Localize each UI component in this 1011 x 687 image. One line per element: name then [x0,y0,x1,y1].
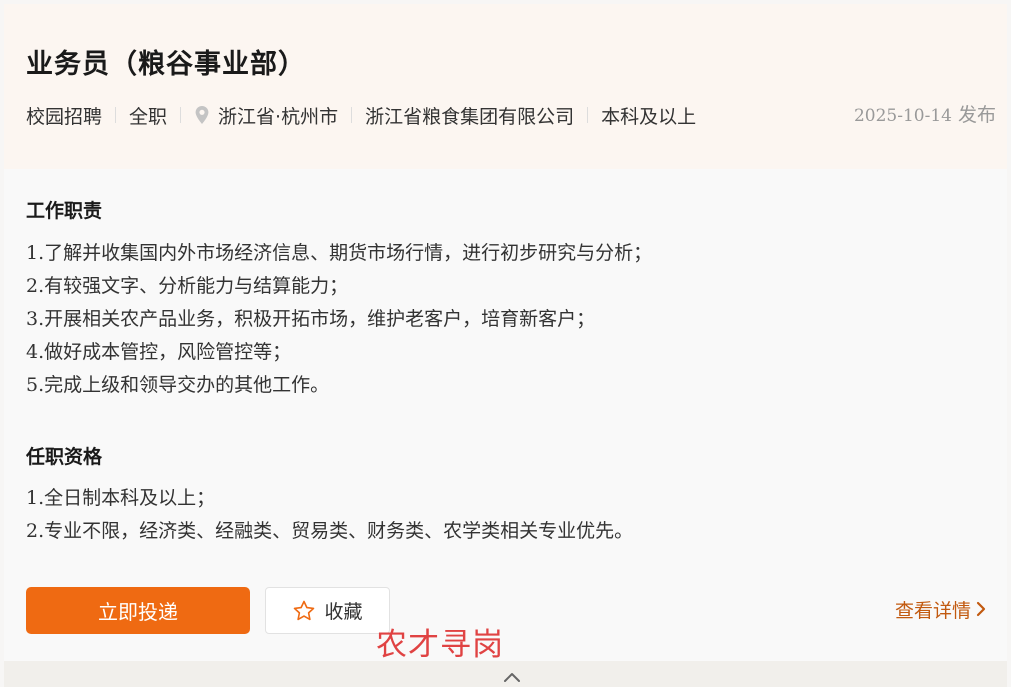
job-header: 业务员（粮谷事业部） 校园招聘 全职 浙江省·杭州市 浙江省粮食集团有限公司 本… [4,4,1007,169]
list-item-text: 开展相关农产品业务，积极开拓市场，维护老客户，培育新客户； [44,308,596,330]
favorite-label: 收藏 [324,601,363,623]
view-details-link[interactable]: 查看详情 [895,595,987,623]
list-item-number: 2. [26,520,45,542]
divider [351,107,353,123]
list-item: 2.有较强文字、分析能力与结算能力； [26,270,652,303]
list-item-number: 5. [26,374,45,396]
job-location: 浙江省·杭州市 [218,105,339,128]
list-item: 2.专业不限，经济类、经融类、贸易类、财务类、农学类相关专业优先。 [26,515,633,548]
job-body: 工作职责 1.了解并收集国内外市场经济信息、期货市场行情，进行初步研究与分析； 2… [4,169,1007,661]
publish-date-value: 2025-10-14 [853,106,952,126]
employment-type: 全职 [129,105,168,128]
education-requirement: 本科及以上 [601,105,697,128]
list-item-text: 专业不限，经济类、经融类、贸易类、财务类、农学类相关专业优先。 [44,520,634,542]
location-pin-icon [194,105,210,125]
chevron-up-icon[interactable] [502,668,522,682]
qualifications-list: 1.全日制本科及以上； 2.专业不限，经济类、经融类、贸易类、财务类、农学类相关专… [26,482,633,548]
list-item-number: 4. [26,341,45,363]
star-outline-icon [292,599,316,623]
list-item-text: 全日制本科及以上； [44,487,216,509]
watermark-text: 农才寻岗 [376,627,504,663]
publish-date: 2025-10-14 发布 [854,102,996,128]
list-item: 1.了解并收集国内外市场经济信息、期货市场行情，进行初步研究与分析； [26,237,652,270]
list-item: 5.完成上级和领导交办的其他工作。 [26,369,652,402]
responsibilities-heading: 工作职责 [26,200,103,222]
job-meta: 校园招聘 全职 浙江省·杭州市 浙江省粮食集团有限公司 本科及以上 [26,102,696,128]
divider [180,107,182,123]
list-item: 4.做好成本管控，风险管控等； [26,336,652,369]
qualifications-heading: 任职资格 [26,446,103,468]
apply-button[interactable]: 立即投递 [26,587,250,634]
view-details-label: 查看详情 [894,599,971,622]
recruit-type: 校园招聘 [26,105,103,128]
list-item-text: 做好成本管控，风险管控等； [44,341,292,363]
list-item-text: 完成上级和领导交办的其他工作。 [44,374,330,396]
divider [115,107,117,123]
list-item: 3.开展相关农产品业务，积极开拓市场，维护老客户，培育新客户； [26,303,652,336]
list-item-number: 1. [26,242,45,264]
list-item-number: 3. [26,308,45,330]
list-item-number: 1. [26,487,45,509]
publish-date-suffix: 发布 [951,104,996,126]
job-title: 业务员（粮谷事业部） [26,49,306,80]
list-item-text: 了解并收集国内外市场经济信息、期货市场行情，进行初步研究与分析； [44,242,653,264]
divider [587,107,589,123]
favorite-button[interactable]: 收藏 [265,587,390,634]
company-name: 浙江省粮食集团有限公司 [365,105,575,128]
responsibilities-list: 1.了解并收集国内外市场经济信息、期货市场行情，进行初步研究与分析； 2.有较强文… [26,237,652,402]
list-item-text: 有较强文字、分析能力与结算能力； [44,275,349,297]
list-item: 1.全日制本科及以上； [26,482,633,515]
list-item-number: 2. [26,275,45,297]
chevron-right-icon [975,601,987,617]
